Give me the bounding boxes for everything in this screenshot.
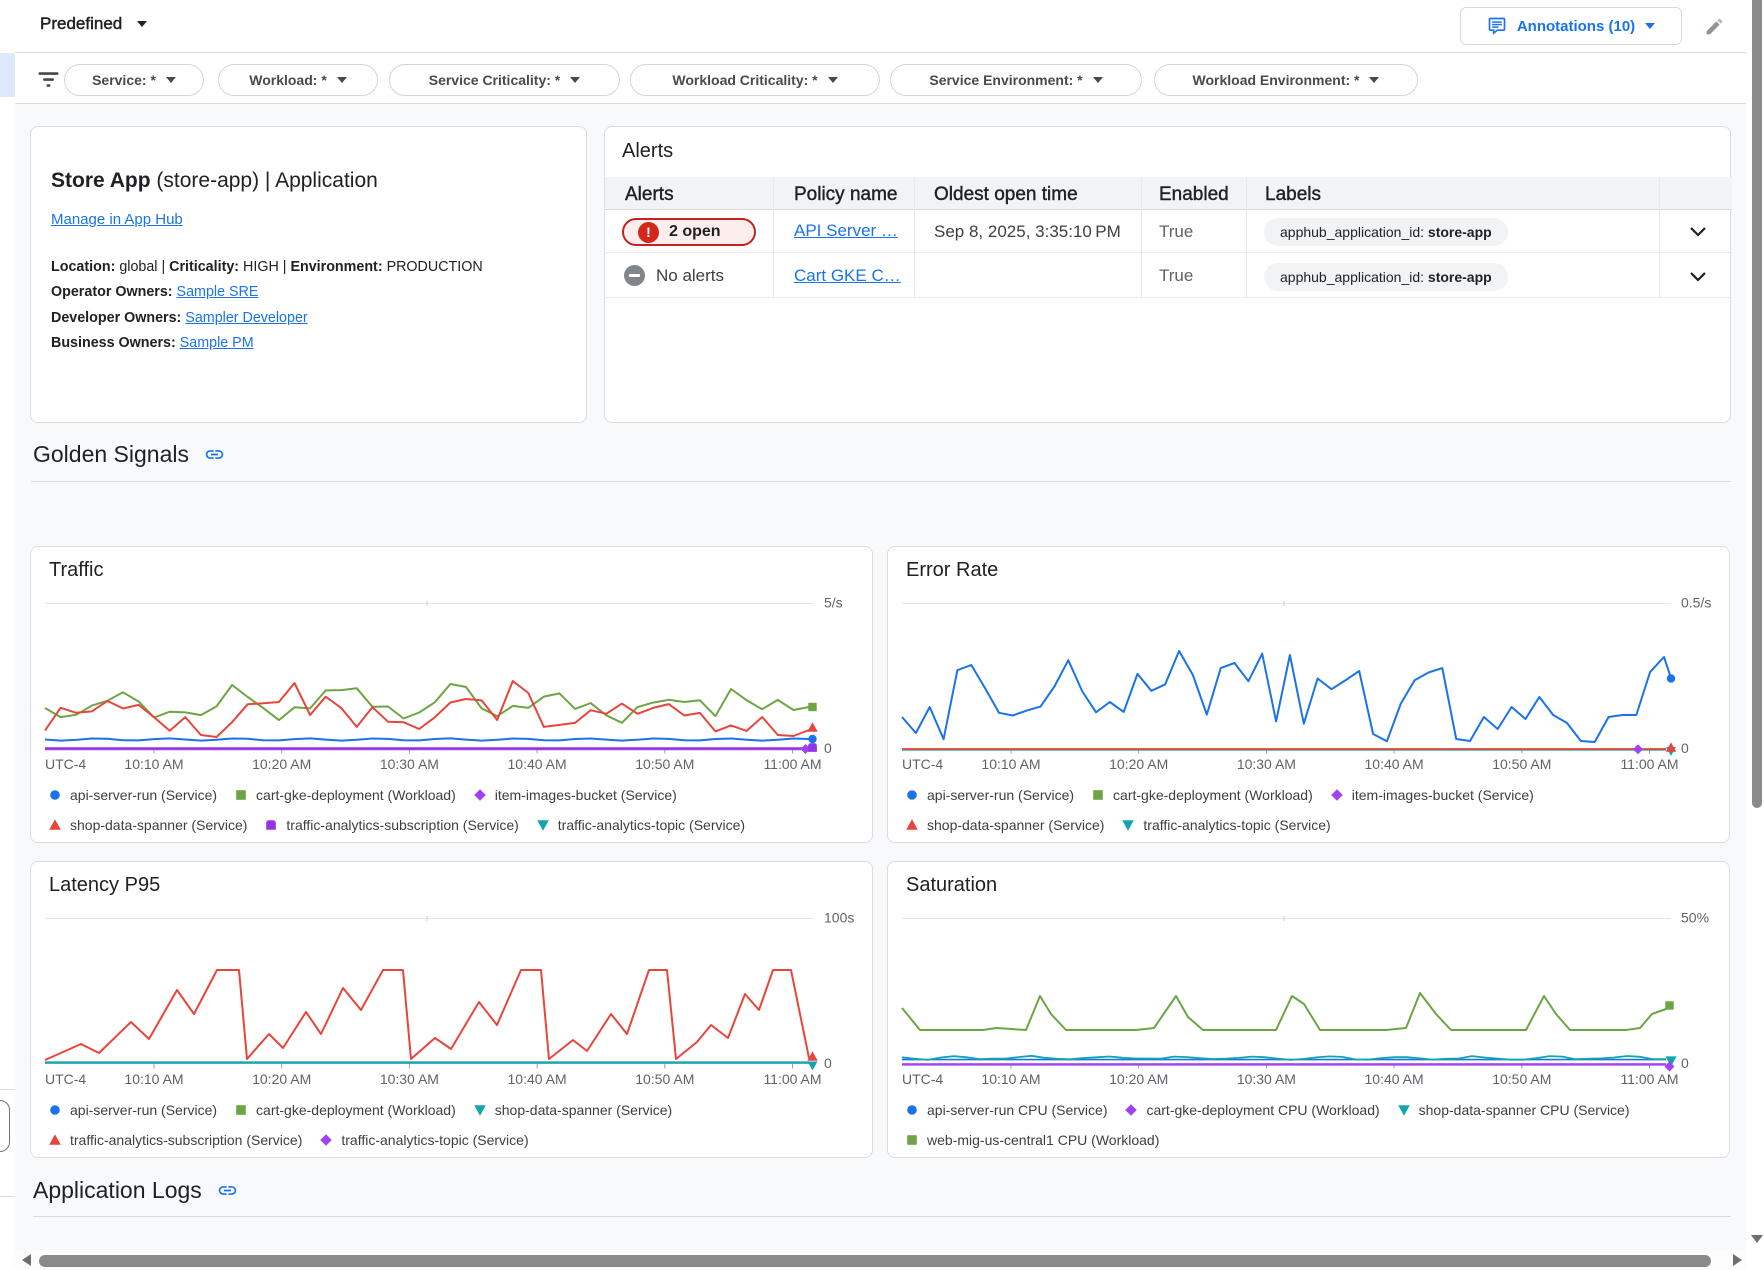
- svg-text:10:10 AM: 10:10 AM: [981, 756, 1040, 772]
- svg-text:0: 0: [824, 740, 832, 756]
- svg-text:10:10 AM: 10:10 AM: [981, 1071, 1040, 1087]
- svg-text:10:50 AM: 10:50 AM: [1492, 756, 1551, 772]
- svg-text:10:30 AM: 10:30 AM: [1237, 1071, 1296, 1087]
- svg-text:UTC-4: UTC-4: [902, 756, 943, 772]
- svg-text:0: 0: [1681, 740, 1689, 756]
- svg-text:50%: 50%: [1681, 910, 1709, 926]
- svg-text:10:20 AM: 10:20 AM: [1109, 1071, 1168, 1087]
- svg-text:UTC-4: UTC-4: [902, 1071, 943, 1087]
- svg-text:UTC-4: UTC-4: [45, 756, 86, 772]
- svg-text:0.5/s: 0.5/s: [1681, 595, 1711, 611]
- svg-text:11:00 AM: 11:00 AM: [1620, 756, 1678, 772]
- svg-text:10:10 AM: 10:10 AM: [124, 1071, 183, 1087]
- svg-text:10:50 AM: 10:50 AM: [635, 1071, 694, 1087]
- svg-text:0: 0: [1681, 1055, 1689, 1071]
- svg-text:10:20 AM: 10:20 AM: [252, 756, 311, 772]
- svg-text:10:30 AM: 10:30 AM: [380, 756, 439, 772]
- svg-text:10:40 AM: 10:40 AM: [508, 1071, 567, 1087]
- svg-text:UTC-4: UTC-4: [45, 1071, 86, 1087]
- svg-text:0: 0: [824, 1055, 832, 1071]
- svg-text:10:50 AM: 10:50 AM: [1492, 1071, 1551, 1087]
- svg-text:11:00 AM: 11:00 AM: [1620, 1071, 1678, 1087]
- svg-text:10:40 AM: 10:40 AM: [1365, 1071, 1424, 1087]
- svg-text:5/s: 5/s: [824, 595, 843, 611]
- svg-text:10:20 AM: 10:20 AM: [252, 1071, 311, 1087]
- svg-text:10:30 AM: 10:30 AM: [1237, 756, 1296, 772]
- svg-text:10:10 AM: 10:10 AM: [124, 756, 183, 772]
- svg-text:10:20 AM: 10:20 AM: [1109, 756, 1168, 772]
- svg-text:10:50 AM: 10:50 AM: [635, 756, 694, 772]
- svg-text:10:40 AM: 10:40 AM: [1365, 756, 1424, 772]
- svg-text:100s: 100s: [824, 910, 854, 926]
- svg-text:10:30 AM: 10:30 AM: [380, 1071, 439, 1087]
- svg-text:11:00 AM: 11:00 AM: [763, 756, 821, 772]
- svg-text:11:00 AM: 11:00 AM: [763, 1071, 821, 1087]
- svg-text:10:40 AM: 10:40 AM: [508, 756, 567, 772]
